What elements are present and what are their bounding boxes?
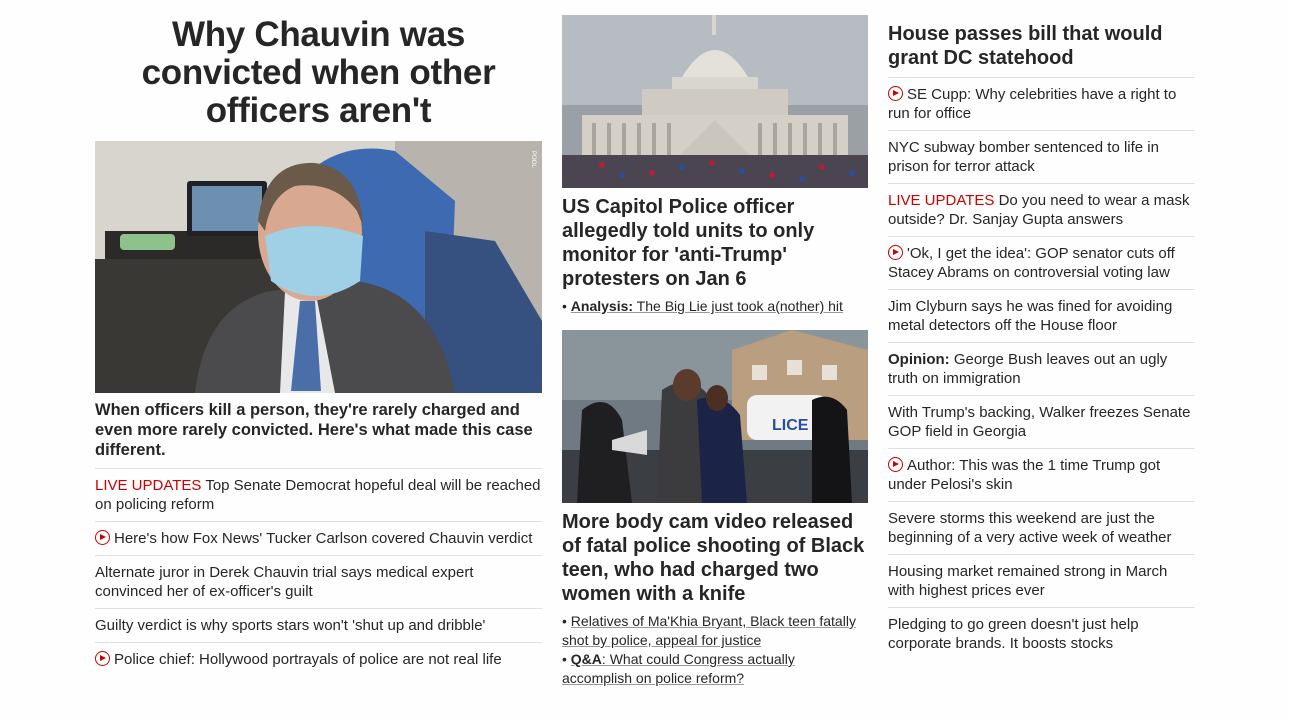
- item-text: Here's how Fox News' Tucker Carlson cove…: [114, 530, 533, 547]
- relatives-text: Relatives of Ma'Khia Bryant, Black teen …: [562, 613, 856, 648]
- list-item[interactable]: 'Ok, I get the idea': GOP senator cuts o…: [888, 236, 1195, 289]
- middle-column: US Capitol Police officer allegedly told…: [562, 0, 868, 688]
- qa-link[interactable]: • Q&A: What could Congress actually acco…: [562, 650, 868, 688]
- vigil-photo: LICE: [562, 330, 868, 503]
- item-text: With Trump's backing, Walker freezes Sen…: [888, 404, 1191, 440]
- analysis-label: Analysis:: [570, 298, 634, 314]
- svg-text:LICE: LICE: [772, 417, 809, 434]
- play-icon: [888, 457, 903, 472]
- chauvin-photo: POOL: [95, 141, 542, 393]
- item-text: Guilty verdict is why sports stars won't…: [95, 617, 486, 634]
- relatives-link[interactable]: • Relatives of Ma'Khia Bryant, Black tee…: [562, 612, 868, 650]
- live-updates-label: LIVE UPDATES: [888, 192, 995, 209]
- list-item[interactable]: Here's how Fox News' Tucker Carlson cove…: [95, 521, 542, 555]
- item-text: Housing market remained strong in March …: [888, 563, 1168, 599]
- capitol-headline[interactable]: US Capitol Police officer allegedly told…: [562, 195, 868, 291]
- capitol-photo: [562, 15, 868, 188]
- bodycam-headline[interactable]: More body cam video released of fatal po…: [562, 510, 868, 606]
- item-text: Jim Clyburn says he was fined for avoidi…: [888, 298, 1173, 334]
- lead-headline[interactable]: Why Chauvin was convicted when other off…: [95, 16, 542, 130]
- qa-label: Q&A: [570, 651, 602, 667]
- list-item[interactable]: NYC subway bomber sentenced to life in p…: [888, 130, 1195, 183]
- list-item[interactable]: Housing market remained strong in March …: [888, 554, 1195, 607]
- bullet: •: [562, 298, 571, 314]
- live-updates-label: LIVE UPDATES: [95, 477, 202, 494]
- lead-column: Why Chauvin was convicted when other off…: [95, 0, 542, 676]
- play-icon: [95, 651, 110, 666]
- bullet: •: [562, 613, 571, 629]
- list-item[interactable]: Pledging to go green doesn't just help c…: [888, 607, 1195, 660]
- list-item[interactable]: Severe storms this weekend are just the …: [888, 501, 1195, 554]
- play-icon: [95, 530, 110, 545]
- play-icon: [888, 86, 903, 101]
- list-item[interactable]: LIVE UPDATES Top Senate Democrat hopeful…: [95, 468, 542, 521]
- lead-summary[interactable]: When officers kill a person, they're rar…: [95, 400, 542, 460]
- list-item[interactable]: Opinion: George Bush leaves out an ugly …: [888, 342, 1195, 395]
- list-item[interactable]: SE Cupp: Why celebrities have a right to…: [888, 77, 1195, 130]
- item-text: NYC subway bomber sentenced to life in p…: [888, 139, 1159, 175]
- right-headlines-list: SE Cupp: Why celebrities have a right to…: [888, 77, 1195, 660]
- list-item[interactable]: LIVE UPDATES Do you need to wear a mask …: [888, 183, 1195, 236]
- analysis-text: The Big Lie just took a(nother) hit: [633, 298, 843, 314]
- item-text: Police chief: Hollywood portrayals of po…: [114, 651, 502, 668]
- lead-image[interactable]: POOL: [95, 141, 542, 393]
- opinion-label: Opinion:: [888, 351, 950, 368]
- pool-label: POOL: [530, 151, 536, 168]
- list-item[interactable]: Author: This was the 1 time Trump got un…: [888, 448, 1195, 501]
- bullet: •: [562, 651, 571, 667]
- list-item[interactable]: Police chief: Hollywood portrayals of po…: [95, 642, 542, 676]
- list-item[interactable]: Alternate juror in Derek Chauvin trial s…: [95, 555, 542, 608]
- dc-statehood-headline[interactable]: House passes bill that would grant DC st…: [888, 22, 1195, 70]
- item-text: Severe storms this weekend are just the …: [888, 510, 1172, 546]
- item-text: Pledging to go green doesn't just help c…: [888, 616, 1139, 652]
- item-text: Alternate juror in Derek Chauvin trial s…: [95, 564, 474, 600]
- capitol-image[interactable]: [562, 15, 868, 188]
- lead-related-list: LIVE UPDATES Top Senate Democrat hopeful…: [95, 468, 542, 676]
- list-item[interactable]: Guilty verdict is why sports stars won't…: [95, 608, 542, 642]
- item-text: 'Ok, I get the idea': GOP senator cuts o…: [888, 245, 1175, 281]
- item-text: Author: This was the 1 time Trump got un…: [888, 457, 1161, 493]
- analysis-link[interactable]: • Analysis: The Big Lie just took a(noth…: [562, 297, 868, 316]
- list-item[interactable]: Jim Clyburn says he was fined for avoidi…: [888, 289, 1195, 342]
- bodycam-story-image[interactable]: LICE: [562, 330, 868, 503]
- right-column: House passes bill that would grant DC st…: [888, 0, 1195, 660]
- item-text: SE Cupp: Why celebrities have a right to…: [888, 86, 1177, 122]
- list-item[interactable]: With Trump's backing, Walker freezes Sen…: [888, 395, 1195, 448]
- play-icon: [888, 245, 903, 260]
